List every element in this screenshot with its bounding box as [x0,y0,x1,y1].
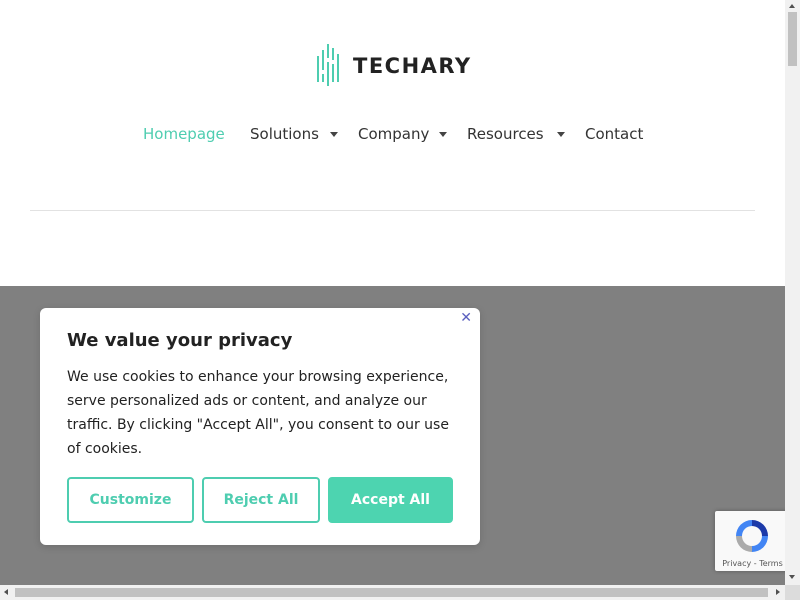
scrollbar-corner [785,585,800,600]
site-header: TECHARY Homepage Solutions Company Resou… [0,0,785,286]
nav-item-contact[interactable]: Contact [585,125,643,143]
accept-all-button[interactable]: Accept All [328,477,453,523]
nav-item-solutions[interactable]: Solutions [250,125,319,143]
nav-item-homepage[interactable]: Homepage [143,125,225,143]
brand-logo[interactable]: TECHARY [315,44,472,88]
cookie-title: We value your privacy [67,330,293,351]
chevron-down-icon[interactable] [330,132,338,137]
chevron-down-icon[interactable] [439,132,447,137]
chevron-down-icon[interactable] [557,132,565,137]
recaptcha-icon [736,520,768,552]
vertical-scrollbar[interactable] [785,0,800,585]
scroll-right-arrow-icon[interactable] [776,589,780,595]
vertical-scroll-thumb[interactable] [788,12,797,66]
logo-bars-icon [317,44,339,86]
header-divider [30,210,755,211]
reject-all-button[interactable]: Reject All [202,477,320,523]
customize-button[interactable]: Customize [67,477,194,523]
scroll-left-arrow-icon[interactable] [4,589,8,595]
scroll-up-arrow-icon[interactable] [789,4,795,8]
recaptcha-links[interactable]: Privacy - Terms [715,559,790,568]
close-icon[interactable]: ✕ [460,310,472,326]
scroll-down-arrow-icon[interactable] [789,575,795,579]
nav-item-company[interactable]: Company [358,125,429,143]
main-nav: Homepage Solutions Company Resources Con… [0,125,785,147]
brand-name: TECHARY [353,54,472,78]
cookie-description: We use cookies to enhance your browsing … [67,369,449,457]
nav-item-resources[interactable]: Resources [467,125,544,143]
horizontal-scroll-thumb[interactable] [15,588,768,597]
horizontal-scrollbar[interactable] [0,585,785,600]
cookie-consent-dialog: ✕ We value your privacy We use cookies t… [40,308,480,545]
recaptcha-badge[interactable]: Privacy - Terms [715,511,790,571]
